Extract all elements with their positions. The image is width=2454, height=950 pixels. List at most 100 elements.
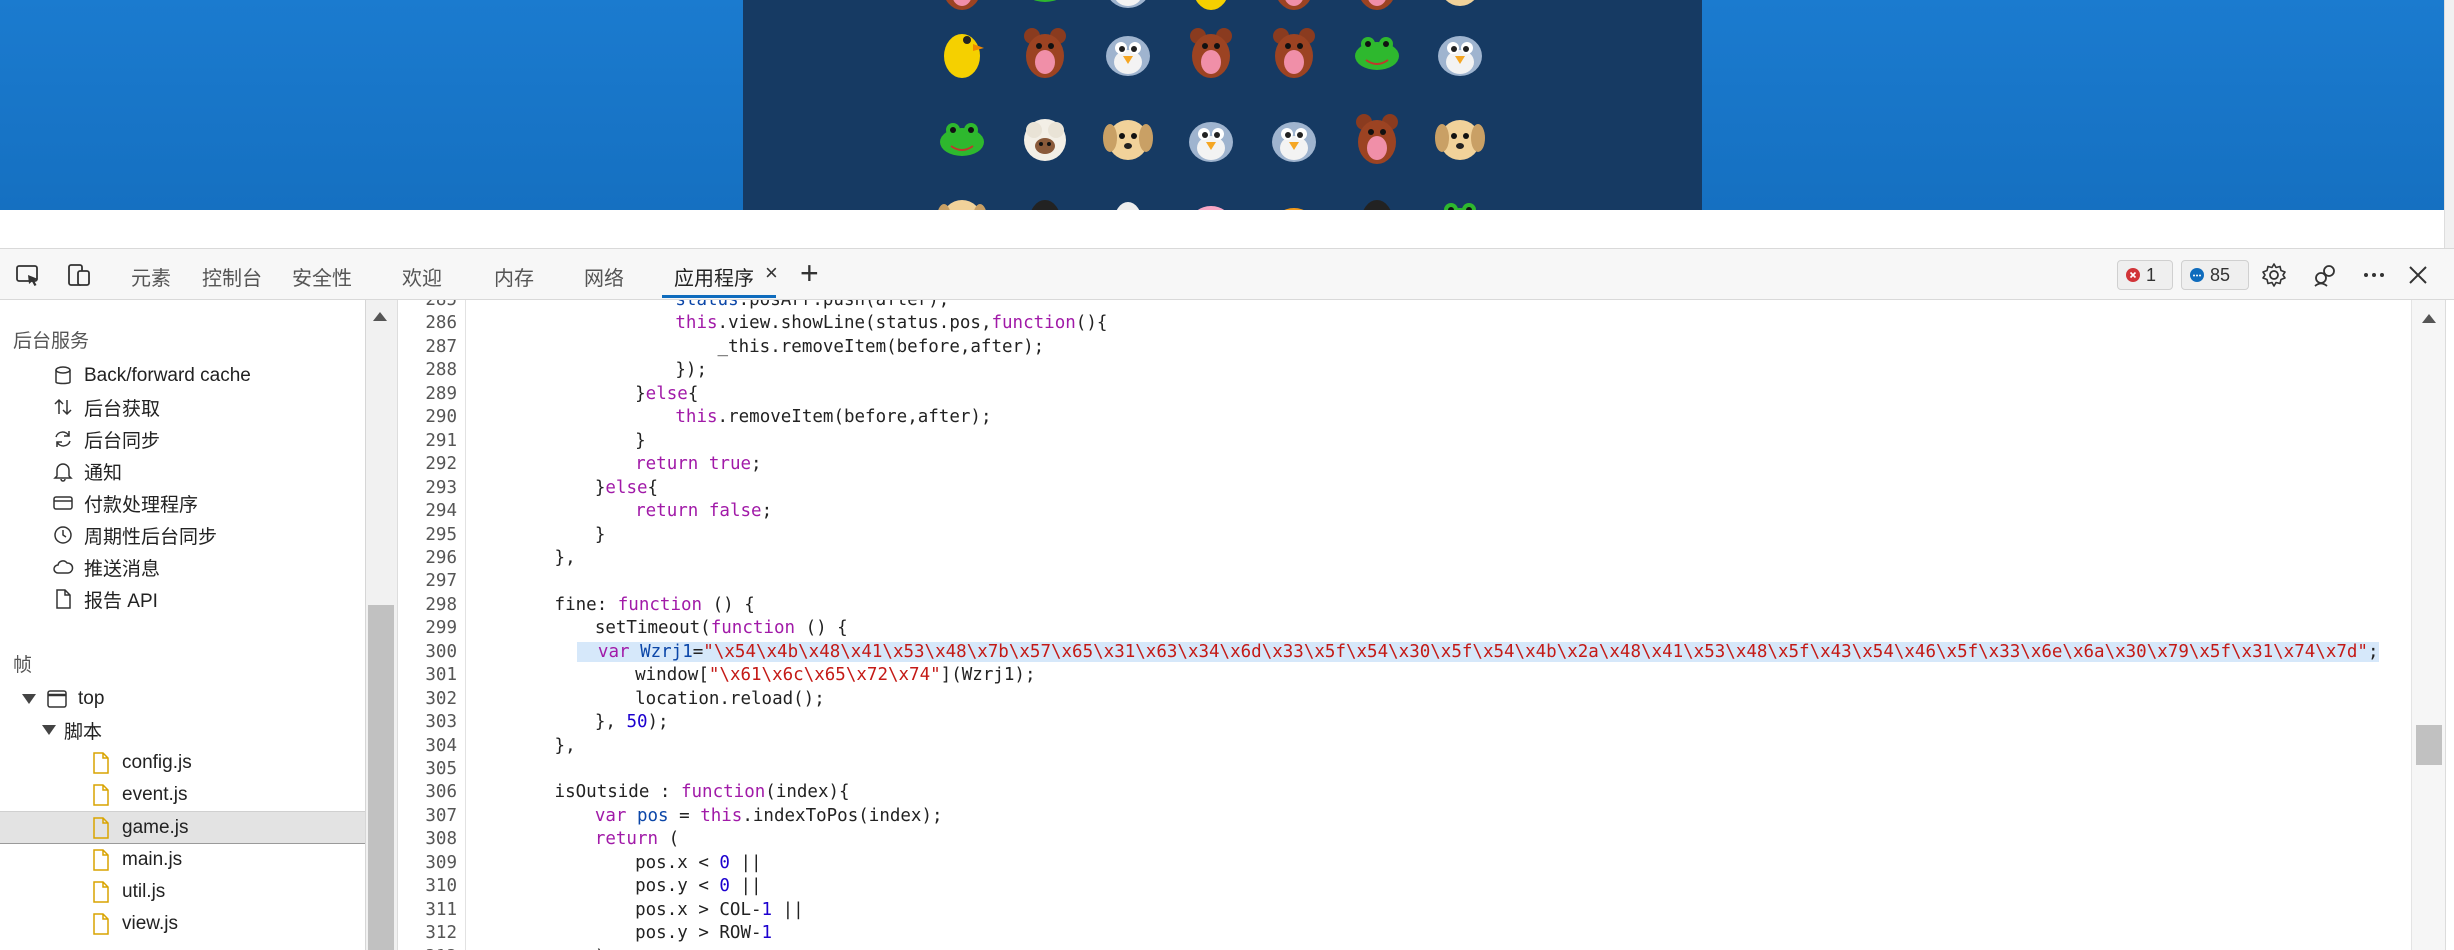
scrollbar-thumb[interactable] <box>368 605 394 950</box>
sidebar-item-background-sync[interactable]: 后台同步 <box>52 424 160 454</box>
code-line[interactable]: var pos = this.indexToPos(index); <box>595 806 943 826</box>
scrollbar-thumb[interactable] <box>2416 725 2442 765</box>
bear-tile-icon[interactable] <box>1344 0 1410 16</box>
code-line[interactable]: }, <box>555 548 576 568</box>
customize-icon[interactable] <box>2311 261 2339 289</box>
sidebar-item-notifications[interactable]: 通知 <box>52 456 122 486</box>
chick-tile-icon[interactable] <box>1178 0 1244 16</box>
frog-tile-icon[interactable] <box>1344 18 1410 84</box>
code-line[interactable]: pos.y > ROW-1 <box>635 923 772 943</box>
dog-tile-icon[interactable] <box>1095 104 1161 170</box>
code-line[interactable]: _this.removeItem(before,after); <box>675 337 1045 357</box>
inspect-icon[interactable] <box>14 261 42 289</box>
code-line[interactable]: location.reload(); <box>635 689 825 709</box>
tiger-tile-icon[interactable] <box>1261 184 1327 210</box>
add-tab-icon[interactable]: + <box>800 255 819 292</box>
code-line[interactable]: setTimeout(function () { <box>595 618 848 638</box>
bird-tile-icon[interactable] <box>1095 18 1161 84</box>
sidebar-item-bfcache[interactable]: Back/forward cache <box>52 361 251 391</box>
tab-application[interactable]: 应用程序 <box>674 262 754 291</box>
sidebar-item-push-messaging[interactable]: 推送消息 <box>52 552 160 582</box>
message-count-badge[interactable]: 85 <box>2181 260 2249 290</box>
code-editor[interactable]: 285 286 287 288 289 290 291 292 293 294 295 296 297 2… <box>399 300 2411 950</box>
code-line[interactable]: }, <box>555 736 576 756</box>
code-line[interactable]: ); <box>595 947 616 950</box>
code-line[interactable]: window["\x61\x6c\x65\x72\x74"](Wzrj1); <box>635 665 1035 685</box>
penguin-tile-icon[interactable] <box>1344 184 1410 210</box>
code-line[interactable]: status.posArr.push(after); <box>675 300 949 310</box>
page-blank-area <box>0 210 2445 248</box>
bear-tile-icon[interactable] <box>1012 18 1078 84</box>
sidebar-item-frame-top[interactable]: top <box>22 684 104 714</box>
sidebar-item-scripts[interactable]: 脚本 <box>42 715 102 745</box>
editor-scrollbar[interactable] <box>2411 300 2445 950</box>
zebra-tile-icon[interactable] <box>1095 184 1161 210</box>
tab-network[interactable]: 网络 <box>584 262 624 291</box>
tab-welcome[interactable]: 欢迎 <box>402 262 442 291</box>
frog-tile-icon[interactable] <box>1427 184 1493 210</box>
more-icon[interactable] <box>2360 261 2388 289</box>
code-line[interactable]: pos.x < 0 || <box>635 853 761 873</box>
sidebar-item-payment-handler[interactable]: 付款处理程序 <box>52 488 198 518</box>
code-line[interactable]: var Wzrj1="\x54\x4b\x48\x41\x53\x48\x7b\… <box>576 641 2379 662</box>
penguin-tile-icon[interactable] <box>1012 184 1078 210</box>
tab-memory[interactable]: 内存 <box>494 262 534 291</box>
dog-tile-icon[interactable] <box>1427 0 1493 16</box>
bird-tile-icon[interactable] <box>1261 104 1327 170</box>
tab-console[interactable]: 控制台 <box>202 262 262 291</box>
sidebar-item-script-util[interactable]: util.js <box>90 877 165 907</box>
settings-icon[interactable] <box>2260 261 2288 289</box>
code-line[interactable]: pos.x > COL-1 || <box>635 900 804 920</box>
sidebar-item-background-fetch[interactable]: 后台获取 <box>52 392 160 422</box>
frog-tile-icon[interactable] <box>929 104 995 170</box>
code-line[interactable]: fine: function () { <box>555 595 755 615</box>
error-count-badge[interactable]: 1 <box>2117 260 2173 290</box>
scroll-up-arrow-icon[interactable] <box>2422 314 2436 323</box>
code-line[interactable]: }); <box>675 360 707 380</box>
pig-tile-icon[interactable] <box>1178 184 1244 210</box>
sidebar-scrollbar[interactable] <box>366 300 398 950</box>
dog-tile-icon[interactable] <box>929 184 995 210</box>
expand-triangle-icon[interactable] <box>22 694 36 704</box>
sheep-tile-icon[interactable] <box>1012 104 1078 170</box>
close-icon[interactable] <box>2404 261 2432 289</box>
code-line[interactable]: this.removeItem(before,after); <box>675 407 991 427</box>
code-line[interactable]: return true; <box>635 454 761 474</box>
bear-tile-icon[interactable] <box>929 0 995 16</box>
sidebar-item-script-main[interactable]: main.js <box>90 845 182 875</box>
chick-tile-icon[interactable] <box>929 18 995 84</box>
code-line[interactable]: } <box>635 431 646 451</box>
code-line[interactable]: }else{ <box>595 478 658 498</box>
sidebar-item-script-event[interactable]: event.js <box>90 780 187 810</box>
device-emulation-icon[interactable] <box>65 261 93 289</box>
game-board[interactable] <box>743 0 1702 210</box>
sidebar-item-reporting-api[interactable]: 报告 API <box>52 584 158 614</box>
dog-tile-icon[interactable] <box>1427 104 1493 170</box>
page-scrollbar[interactable] <box>2444 0 2454 248</box>
sidebar-item-script-view[interactable]: view.js <box>90 909 178 939</box>
code-line[interactable]: pos.y < 0 || <box>635 876 761 896</box>
bird-tile-icon[interactable] <box>1427 18 1493 84</box>
code-line[interactable]: isOutside : function(index){ <box>555 782 850 802</box>
sidebar-item-periodic-sync[interactable]: 周期性后台同步 <box>52 520 217 550</box>
code-line[interactable]: }, 50); <box>595 712 669 732</box>
expand-triangle-icon[interactable] <box>42 725 56 735</box>
tab-security[interactable]: 安全性 <box>292 262 352 291</box>
sidebar-item-script-game[interactable]: game.js <box>0 811 365 844</box>
bear-tile-icon[interactable] <box>1261 0 1327 16</box>
frog-tile-icon[interactable] <box>1012 0 1078 16</box>
bear-tile-icon[interactable] <box>1261 18 1327 84</box>
code-line[interactable]: return false; <box>635 501 772 521</box>
code-line[interactable]: this.view.showLine(status.pos,function()… <box>675 313 1107 333</box>
bird-tile-icon[interactable] <box>1178 104 1244 170</box>
code-line[interactable]: }else{ <box>635 384 698 404</box>
code-line[interactable]: } <box>595 525 606 545</box>
close-tab-icon[interactable]: × <box>765 260 778 286</box>
bear-tile-icon[interactable] <box>1178 18 1244 84</box>
bird-tile-icon[interactable] <box>1095 0 1161 16</box>
code-line[interactable]: return ( <box>595 829 679 849</box>
tab-elements[interactable]: 元素 <box>131 262 171 291</box>
sidebar-item-script-config[interactable]: config.js <box>90 748 192 778</box>
scroll-up-arrow-icon[interactable] <box>373 312 387 321</box>
bear-tile-icon[interactable] <box>1344 104 1410 170</box>
